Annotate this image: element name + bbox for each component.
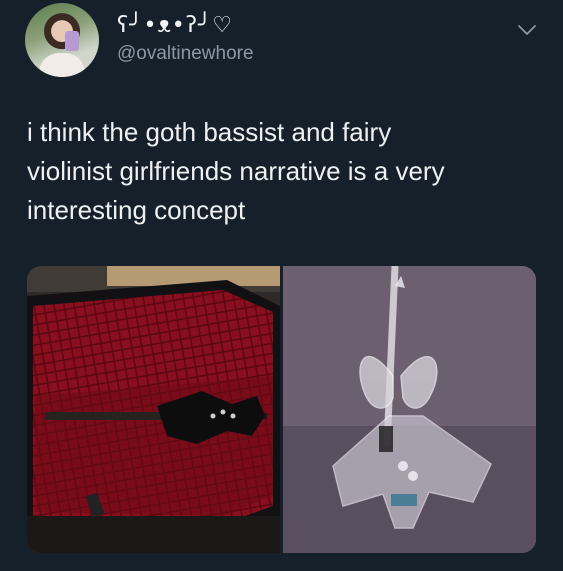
violin-illustration — [283, 266, 536, 553]
tweet-media[interactable] — [27, 266, 536, 553]
avatar-phone — [65, 31, 79, 51]
avatar[interactable] — [25, 3, 99, 77]
tweet-text: i think the goth bassist and fairy violi… — [27, 117, 445, 225]
bass-case-illustration — [27, 266, 280, 553]
display-name[interactable]: ʕ╯•ᴥ•ʔ╯♡ — [117, 12, 233, 38]
tweet: ʕ╯•ᴥ•ʔ╯♡ @ovaltinewhore i think the goth… — [0, 0, 563, 571]
user-handle[interactable]: @ovaltinewhore — [117, 43, 254, 65]
media-image-clear-butterfly-violin[interactable] — [283, 266, 536, 553]
avatar-shirt — [39, 53, 85, 77]
chevron-down-icon[interactable] — [515, 18, 539, 42]
media-image-bass-coffin-case[interactable] — [27, 266, 280, 553]
